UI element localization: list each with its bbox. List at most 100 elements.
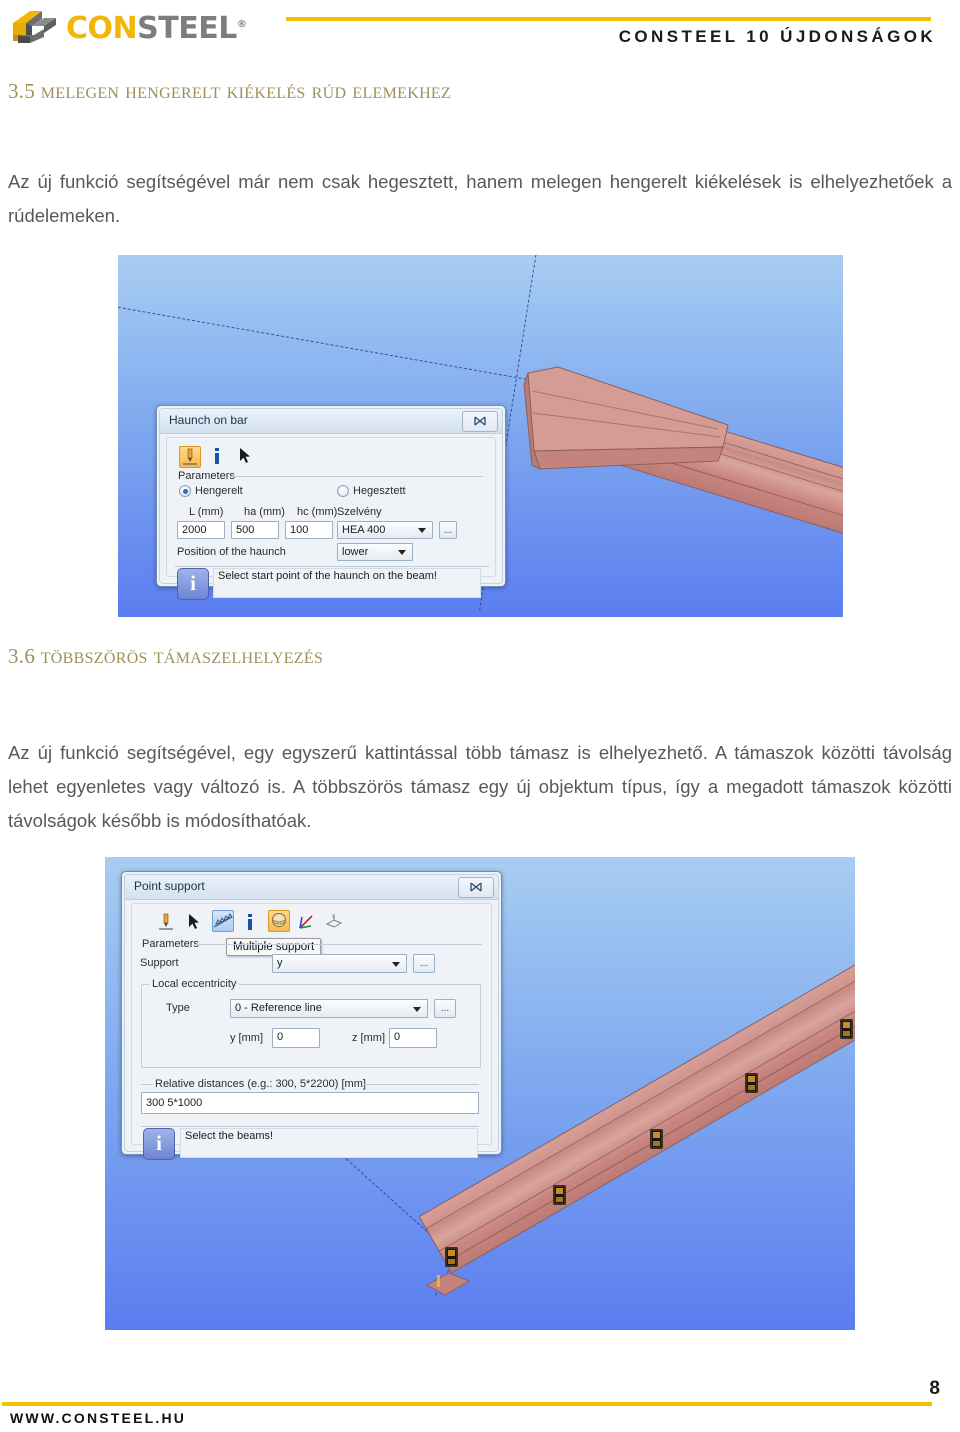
sphere-support-glyph: [272, 913, 286, 927]
section-body-3-5: Az új funkció segítségével már nem csak …: [8, 171, 952, 226]
type-label: Type: [166, 1002, 190, 1014]
haunch-wedge: [523, 366, 729, 470]
axes-glyph: [299, 915, 313, 929]
footer-yellow-rule: [2, 1402, 932, 1406]
pen-tool-icon[interactable]: [156, 912, 178, 934]
close-glyph: [474, 416, 486, 426]
ps-parameters-rule: [194, 944, 482, 945]
chevron-down-icon: [413, 1006, 421, 1012]
dialog-haunch-title: Haunch on bar: [169, 413, 248, 427]
y-eccentricity-label: y [mm]: [230, 1032, 263, 1044]
cursor-arrow-icon[interactable]: [184, 912, 206, 934]
dialog-point-support-body: y Multiple support Parameters Support y …: [131, 903, 492, 1160]
info-icon[interactable]: [240, 912, 262, 934]
dialog-haunch-on-bar[interactable]: Haunch on bar Parameters Hengerelt Heges…: [156, 405, 506, 600]
logo-steel-text: STEEL: [137, 11, 237, 46]
section-label: Szelvény: [337, 506, 382, 518]
haunch-status-rule: [175, 566, 489, 567]
local-eccentricity-label: Local eccentricity: [149, 978, 240, 990]
consteel-logo-mark: [13, 11, 56, 43]
haunch-tool-icon[interactable]: [179, 446, 201, 468]
multiple-support-icon[interactable]: [212, 910, 234, 932]
radio-welded-label: Hegesztett: [353, 485, 406, 497]
dialog-point-support-inner: Point support y Multiple support Paramet…: [124, 874, 499, 1160]
type-combo[interactable]: 0 - Reference line: [230, 999, 428, 1018]
field-hc-label: hc (mm): [297, 506, 338, 518]
page-number: 8: [929, 1378, 940, 1399]
page-header: CONSTEEL® CONSTEEL 10 ÚJDONSÁGOK: [0, 0, 960, 62]
y-eccentricity-input[interactable]: 0: [272, 1028, 320, 1048]
ps-status-text: Select the beams!: [180, 1128, 478, 1158]
radio-rolled-label: Hengerelt: [195, 485, 243, 497]
section-number-3-5: 3.5: [8, 79, 36, 103]
dialog-point-support[interactable]: Point support y Multiple support Paramet…: [121, 871, 502, 1160]
field-hc-input[interactable]: 100: [285, 521, 333, 539]
header-yellow-rule: [286, 17, 931, 21]
support-label: Support: [140, 957, 179, 969]
relative-distances-label: Relative distances (e.g.: 300, 5*2200) […: [152, 1078, 369, 1090]
haunch-tool-glyph: [183, 448, 197, 465]
consteel-logo-text: CONSTEEL®: [66, 8, 247, 46]
close-icon[interactable]: [458, 877, 494, 898]
type-combo-value: 0 - Reference line: [235, 1002, 322, 1014]
section-browse-button[interactable]: ...: [439, 521, 457, 539]
field-ha-label: ha (mm): [244, 506, 285, 518]
section-heading-3-5: 3.5 Melegen hengerelt kiékelés rúd eleme…: [8, 78, 451, 104]
radio-rolled[interactable]: [179, 485, 191, 497]
dialog-haunch-titlebar[interactable]: Haunch on bar: [160, 409, 502, 434]
info-glyph: [215, 448, 219, 464]
support-symbol: [445, 1247, 458, 1267]
z-eccentricity-input[interactable]: 0: [389, 1028, 437, 1048]
section-number-3-6: 3.6: [8, 644, 36, 668]
section-combo-value: HEA 400: [342, 524, 386, 536]
dialog-haunch-inner: Haunch on bar Parameters Hengerelt Heges…: [159, 408, 503, 600]
section-body-3-6: Az új funkció segítségével, egy egyszerű…: [8, 742, 952, 831]
haunch-status-text: Select start point of the haunch on the …: [213, 568, 481, 598]
header-title: CONSTEEL 10 ÚJDONSÁGOK: [618, 27, 936, 46]
info-badge-icon: i: [143, 1128, 175, 1160]
beam-end-flange: [425, 1272, 471, 1296]
relative-distances-input[interactable]: 300 5*1000: [141, 1092, 479, 1114]
support-combo-value: y: [277, 957, 283, 969]
field-ha-input[interactable]: 500: [231, 521, 279, 539]
footer-url: WWW.CONSTEEL.HU: [10, 1410, 187, 1426]
dialog-point-support-titlebar[interactable]: Point support: [125, 875, 498, 900]
info-glyph: [248, 914, 252, 930]
info-badge-icon: i: [177, 568, 209, 600]
consteel-logo: CONSTEEL®: [10, 4, 285, 48]
section-combo[interactable]: HEA 400: [337, 521, 433, 539]
relative-distances-rule-right: [364, 1084, 479, 1085]
support-browse-button[interactable]: ...: [413, 954, 435, 973]
support-symbol: [650, 1129, 663, 1149]
close-icon[interactable]: [462, 411, 498, 432]
haunch-parameters-rule: [229, 476, 483, 477]
position-combo-value: lower: [342, 546, 369, 558]
chevron-down-icon: [392, 961, 400, 967]
field-L-input[interactable]: 2000: [177, 521, 225, 539]
type-browse-button[interactable]: ...: [434, 999, 456, 1018]
ps-parameters-label: Parameters: [139, 938, 202, 950]
multiple-support-glyph: [213, 913, 233, 928]
cursor-arrow-icon[interactable]: [235, 446, 257, 468]
support-combo[interactable]: y: [272, 954, 407, 973]
support-symbol: [745, 1073, 758, 1093]
svg-text:y: y: [332, 913, 335, 919]
dialog-haunch-body: Parameters Hengerelt Hegesztett L (mm) h…: [166, 437, 496, 600]
support-symbol: [840, 1019, 853, 1039]
viewport-point-support[interactable]: Point support y Multiple support Paramet…: [105, 857, 855, 1330]
sphere-support-icon[interactable]: [268, 910, 290, 932]
close-glyph: [470, 882, 482, 892]
logo-con-text: CON: [66, 11, 138, 46]
chevron-down-icon: [418, 528, 426, 533]
position-combo[interactable]: lower: [337, 543, 413, 561]
pen-tool-glyph: [159, 913, 173, 930]
cursor-arrow-glyph: [240, 448, 250, 463]
viewport-haunch[interactable]: Haunch on bar Parameters Hengerelt Heges…: [118, 255, 843, 617]
info-icon[interactable]: [207, 446, 229, 468]
field-L-label: L (mm): [189, 506, 224, 518]
local-eccentricity-group: [141, 984, 481, 1068]
radio-welded[interactable]: [337, 485, 349, 497]
axes-icon[interactable]: [296, 912, 318, 934]
local-system-icon[interactable]: y: [324, 912, 346, 934]
cursor-arrow-glyph: [189, 914, 199, 929]
